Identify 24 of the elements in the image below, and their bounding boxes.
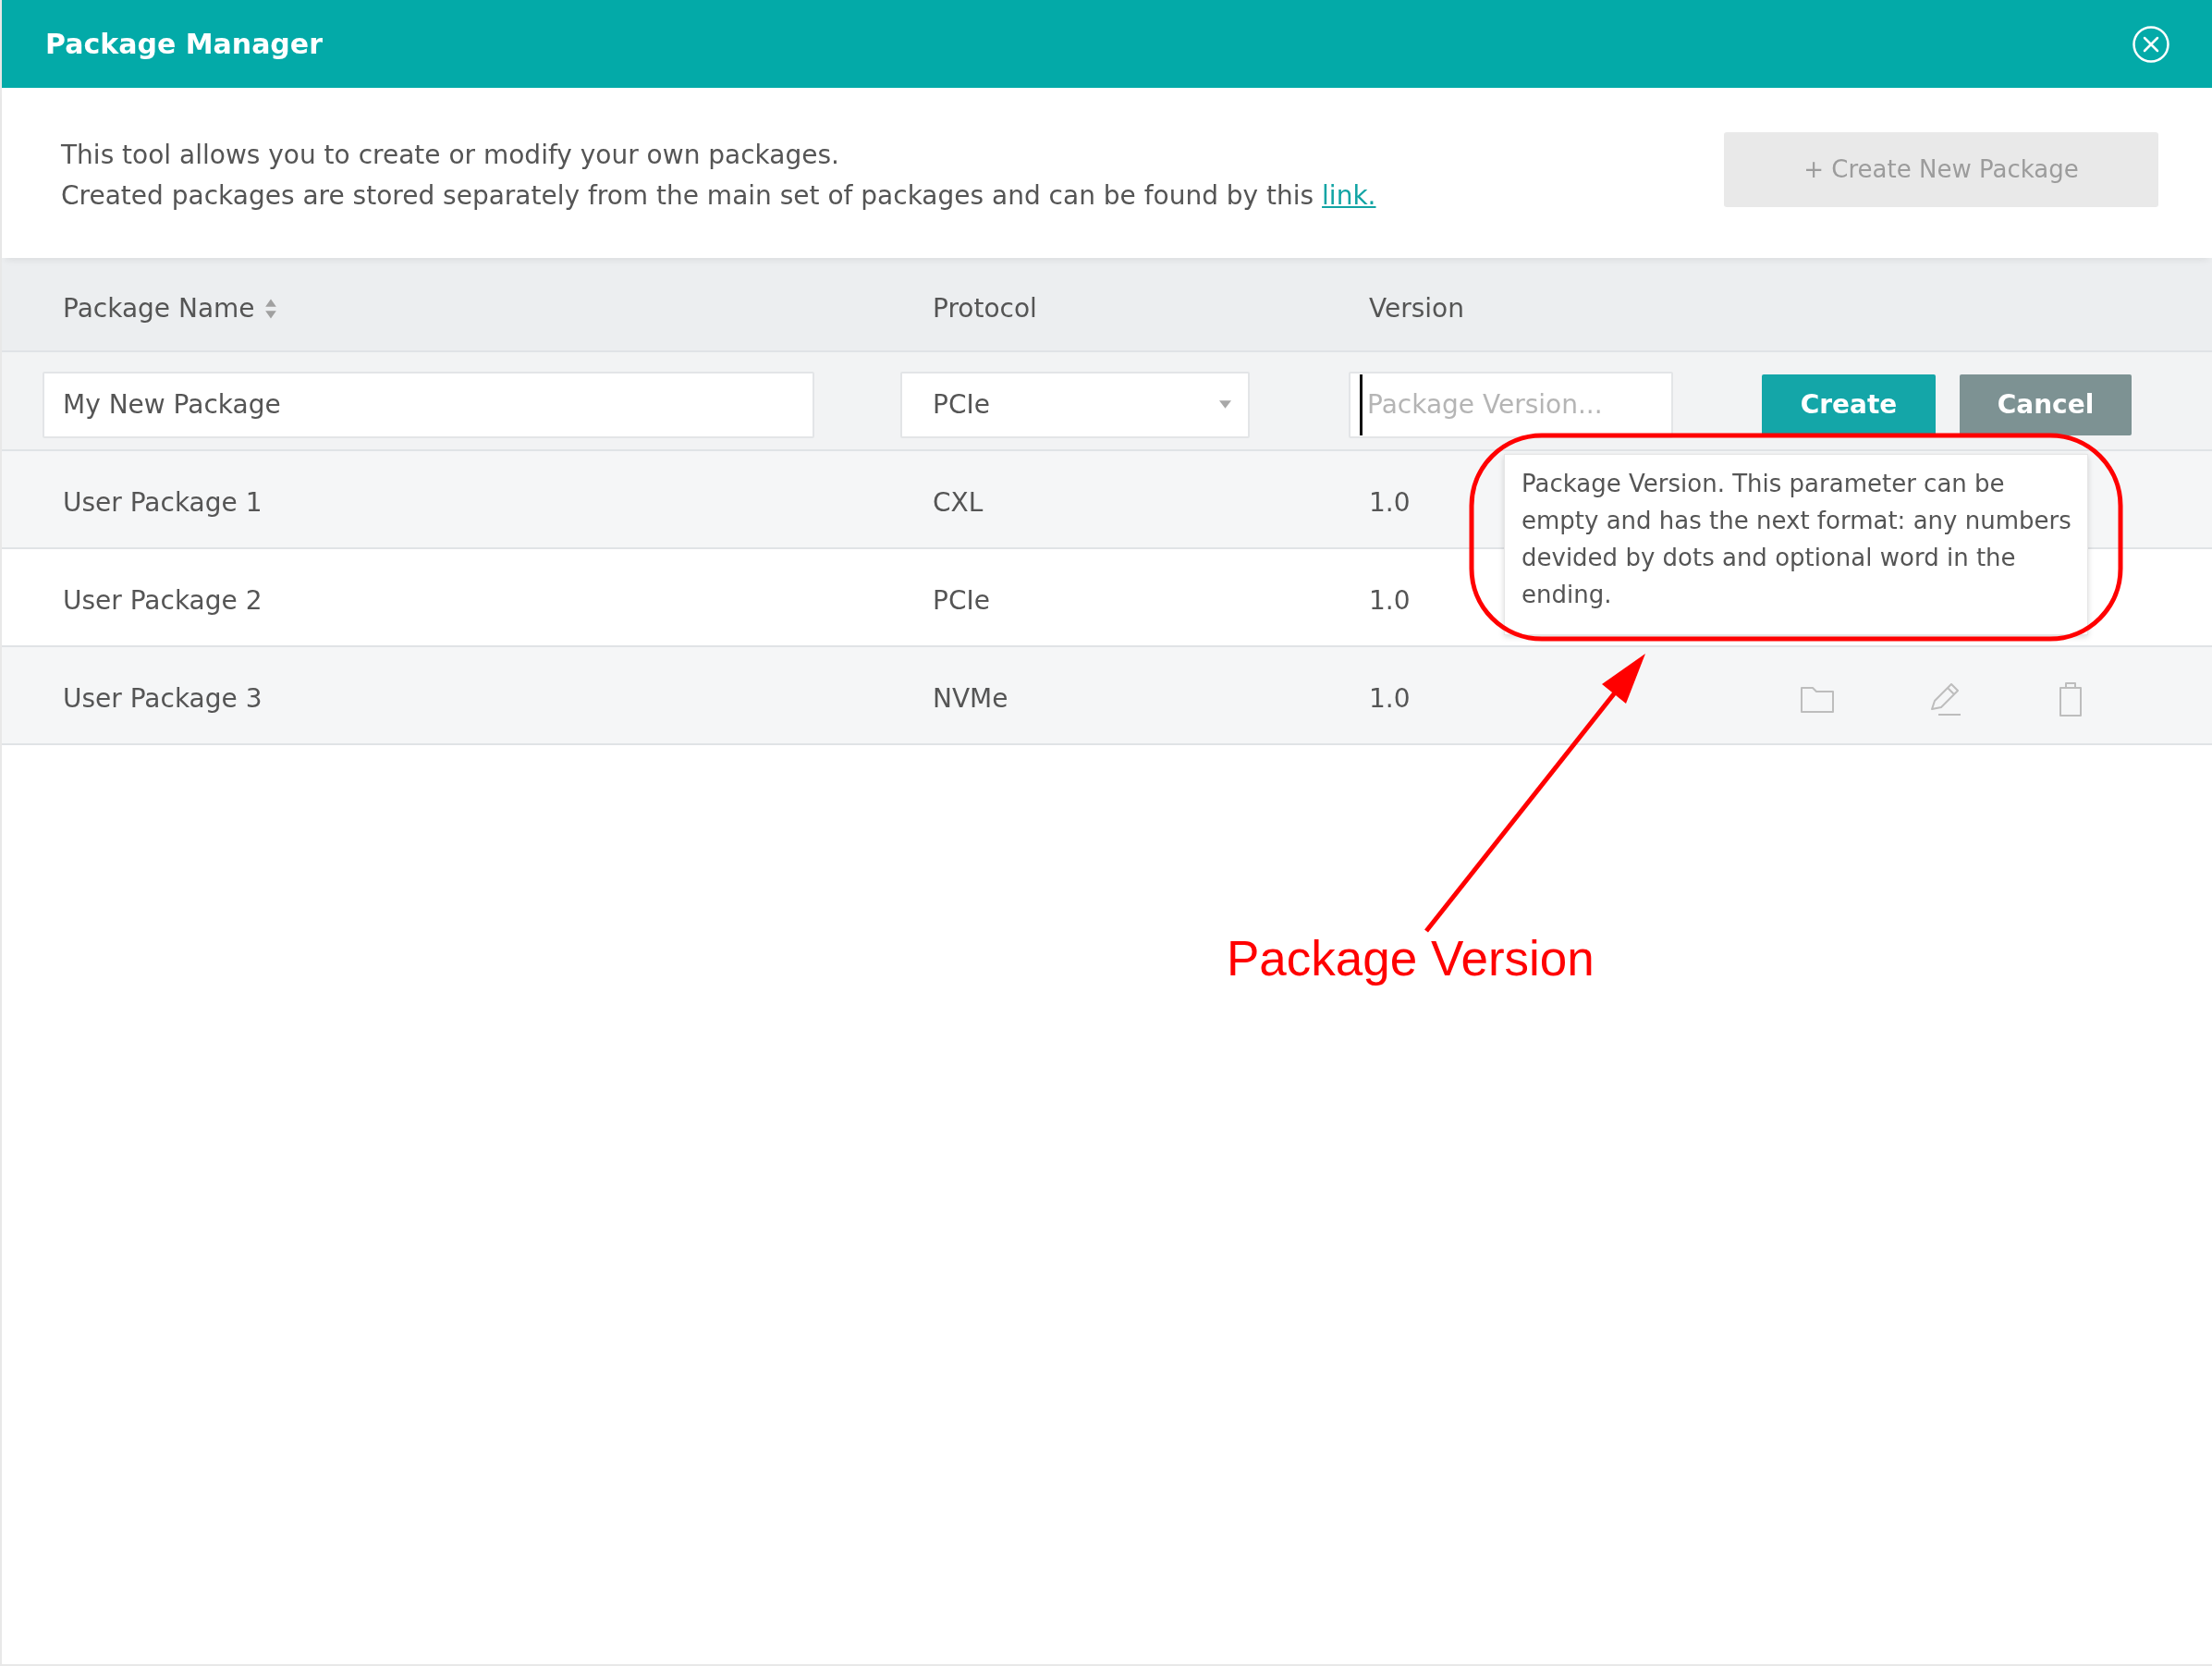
intro-text: This tool allows you to create or modify your own packages. (61, 139, 840, 172)
version-input[interactable]: Package Version... (1349, 371, 1673, 438)
table-cell: 1.0 (1369, 487, 1411, 518)
package-name-input[interactable]: My New Package (43, 371, 814, 438)
table-cell: PCIe (933, 585, 990, 616)
column-header[interactable]: Package Name (63, 293, 255, 324)
column-header: Protocol (933, 293, 1037, 324)
intro-text: Created packages are stored separately from the main set of packages and can be found by this link. (61, 179, 1376, 213)
window-title: Package Manager (45, 27, 323, 61)
table-cell: User Package 1 (63, 487, 263, 518)
close-icon[interactable] (2132, 24, 2170, 64)
protocol-select[interactable]: PCIe (900, 371, 1250, 438)
sort-icon[interactable] (263, 298, 277, 320)
annotation-label: Package Version (1227, 932, 1595, 986)
table-cell: 1.0 (1369, 585, 1411, 616)
caret-icon (1219, 400, 1231, 409)
tooltip-text: Package Version. This parameter can be empty and has the next format: any numbers devided by dots and optional word in the ending. (1504, 454, 2088, 635)
table-cell: NVMe (933, 683, 1008, 714)
table-cell: User Package 3 (63, 683, 263, 714)
table-row[interactable]: User Package 3 NVMe 1.0 (2, 647, 2212, 745)
table-cell: CXL (933, 487, 984, 518)
column-header: Version (1369, 293, 1464, 324)
table-cell: 1.0 (1369, 683, 1411, 714)
table-cell: User Package 2 (63, 585, 263, 616)
